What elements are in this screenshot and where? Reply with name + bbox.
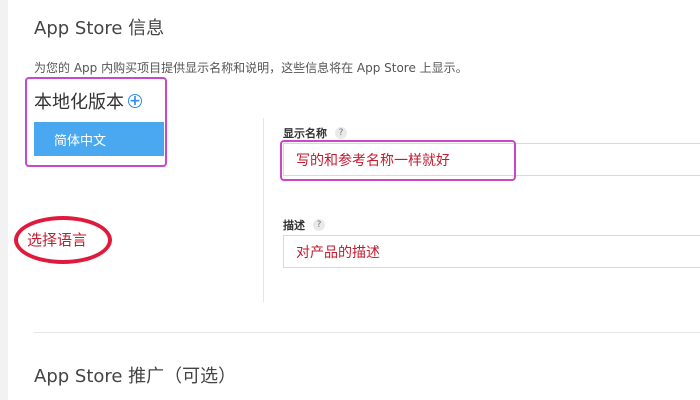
help-icon[interactable]: ? <box>335 127 347 139</box>
section-description: 为您的 App 内购买项目提供显示名称和说明，这些信息将在 App Store … <box>34 61 468 75</box>
help-icon[interactable]: ? <box>313 219 325 231</box>
annotation-box-display-name <box>280 140 516 181</box>
display-name-label-row: 显示名称 ? <box>283 125 347 141</box>
display-name-label: 显示名称 <box>283 127 327 140</box>
description-label-row: 描述 ? <box>283 217 325 233</box>
section-title: App Store 信息 <box>34 18 165 39</box>
divider <box>263 118 264 302</box>
promo-section-title: App Store 推广（可选） <box>34 366 237 387</box>
description-label: 描述 <box>283 219 305 232</box>
section-divider <box>34 332 700 333</box>
description-input[interactable]: 对产品的描述 <box>283 235 700 268</box>
annotation-box-localization <box>25 77 167 167</box>
annotation-choose-language: 选择语言 <box>27 231 88 249</box>
